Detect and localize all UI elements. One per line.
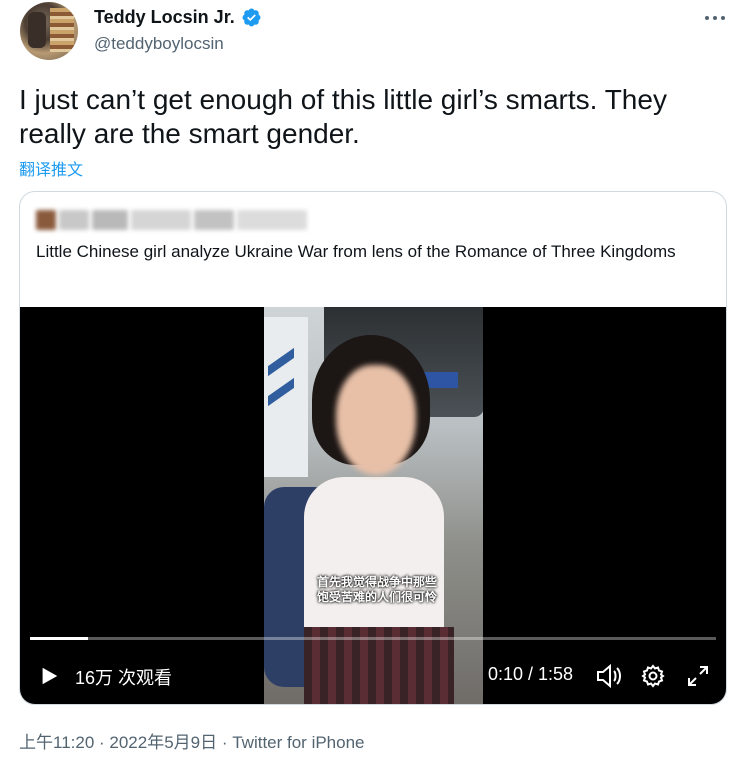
avatar-bookshelf — [50, 8, 74, 52]
parking-pillar — [264, 317, 308, 477]
blurred-block — [92, 210, 128, 230]
more-dot-icon — [721, 16, 725, 20]
tweet-text: I just can’t get enough of this little g… — [19, 84, 667, 149]
fullscreen-icon[interactable] — [686, 664, 710, 688]
blurred-block — [194, 210, 234, 230]
pillar-stripe — [268, 347, 294, 377]
view-count: 16万 次观看 — [75, 668, 173, 688]
author-display-name[interactable]: Teddy Locsin Jr. — [94, 7, 235, 28]
author-handle[interactable]: @teddyboylocsin — [94, 34, 224, 54]
video-time: 0:10 / 1:58 — [488, 664, 574, 684]
girl-face — [336, 365, 416, 475]
video-progress-bar[interactable] — [30, 637, 716, 640]
verified-badge-icon — [242, 8, 261, 27]
settings-icon[interactable] — [641, 664, 665, 688]
tweet-timestamp[interactable]: 上午11:20 · 2022年5月9日 · Twitter for iPhone — [19, 728, 365, 753]
author-name-row[interactable]: Teddy Locsin Jr. — [94, 7, 262, 28]
pillar-stripe — [268, 377, 294, 407]
video-frame: 首先我觉得战争中那些饱受苦难的人们很可怜 — [264, 307, 483, 704]
author-avatar[interactable] — [20, 2, 78, 60]
video-player[interactable]: 首先我觉得战争中那些饱受苦难的人们很可怜 16万 次观看 0:10 / 1:58 — [20, 307, 726, 704]
video-progress-fill — [30, 637, 89, 640]
more-dot-icon — [713, 16, 717, 20]
license-plate — [424, 372, 458, 388]
video-subtitle: 首先我觉得战争中那些饱受苦难的人们很可怜 — [316, 575, 437, 604]
blurred-block — [237, 210, 307, 230]
volume-icon[interactable] — [595, 663, 623, 689]
more-dot-icon — [705, 16, 709, 20]
blurred-block — [59, 210, 89, 230]
blurred-block — [131, 210, 191, 230]
play-icon[interactable] — [38, 665, 60, 687]
girl-shirt — [304, 477, 444, 647]
quoted-tweet-card[interactable]: Little Chinese girl analyze Ukraine War … — [19, 191, 727, 705]
translate-tweet-link[interactable]: 翻译推文 — [19, 156, 83, 180]
quoted-tweet-text: Little Chinese girl analyze Ukraine War … — [36, 242, 676, 261]
avatar-figure — [28, 12, 46, 48]
more-options-icon[interactable] — [703, 8, 727, 28]
quoted-author-blurred — [36, 210, 307, 232]
quoted-avatar-blurred — [36, 210, 56, 230]
